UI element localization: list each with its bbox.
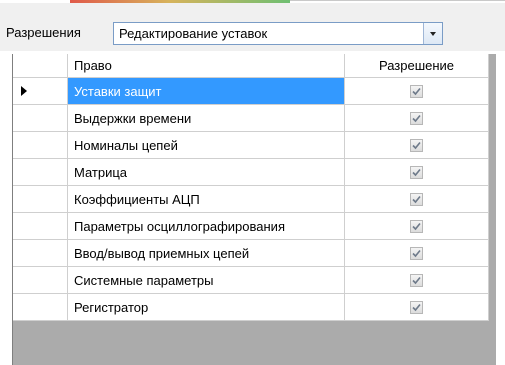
row-header-cell[interactable] (13, 267, 68, 294)
row-header-cell[interactable] (13, 213, 68, 240)
table-row[interactable]: Коэффициенты АЦП (13, 186, 489, 213)
row-header-cell[interactable] (13, 78, 68, 105)
right-name-label: Выдержки времени (74, 111, 192, 126)
table-row[interactable]: Матрица (13, 159, 489, 186)
permission-cell (345, 267, 489, 294)
permission-checkbox[interactable] (410, 301, 423, 314)
right-name-label: Номиналы цепей (74, 138, 178, 153)
permission-checkbox[interactable] (410, 112, 423, 125)
table-row[interactable]: Уставки защит (13, 78, 489, 105)
checkmark-icon (412, 114, 421, 123)
right-name-label: Системные параметры (74, 273, 214, 288)
right-name-cell[interactable]: Матрица (68, 159, 345, 186)
checkmark-icon (412, 195, 421, 204)
permissions-grid: Право Разрешение Уставки защит Выдержки в… (12, 54, 496, 365)
table-row[interactable]: Регистратор (13, 294, 489, 321)
right-name-label: Параметры осциллографирования (74, 219, 285, 234)
row-header-cell[interactable] (13, 159, 68, 186)
column-header-right[interactable]: Право (68, 54, 345, 78)
permission-cell (345, 186, 489, 213)
permission-cell (345, 78, 489, 105)
row-header-corner[interactable] (13, 54, 68, 78)
column-header-permission[interactable]: Разрешение (345, 54, 489, 78)
table-row[interactable]: Номиналы цепей (13, 132, 489, 159)
grid-header-row: Право Разрешение (13, 54, 489, 78)
right-name-label: Регистратор (74, 300, 149, 315)
permission-checkbox[interactable] (410, 247, 423, 260)
permission-checkbox[interactable] (410, 193, 423, 206)
row-header-cell[interactable] (13, 186, 68, 213)
right-name-cell[interactable]: Коэффициенты АЦП (68, 186, 345, 213)
chevron-down-icon (430, 32, 436, 36)
permission-cell (345, 132, 489, 159)
row-header-cell[interactable] (13, 294, 68, 321)
column-header-right-label: Право (74, 58, 112, 73)
permission-checkbox[interactable] (410, 220, 423, 233)
right-name-label: Ввод/вывод приемных цепей (74, 246, 250, 261)
permission-checkbox[interactable] (410, 85, 423, 98)
right-name-cell[interactable]: Системные параметры (68, 267, 345, 294)
permission-checkbox[interactable] (410, 166, 423, 179)
permission-cell (345, 159, 489, 186)
permissions-toolbar: Разрешения Редактирование уставок (0, 3, 505, 51)
permissions-label: Разрешения (6, 25, 81, 40)
permission-cell (345, 240, 489, 267)
right-name-label: Матрица (74, 165, 128, 180)
permission-set-combobox[interactable]: Редактирование уставок (113, 22, 443, 45)
permission-cell (345, 105, 489, 132)
right-name-cell[interactable]: Уставки защит (68, 78, 345, 105)
combobox-dropdown-button[interactable] (423, 23, 442, 44)
permission-checkbox[interactable] (410, 139, 423, 152)
permission-set-value: Редактирование уставок (119, 26, 268, 41)
right-name-label: Коэффициенты АЦП (74, 192, 200, 207)
checkmark-icon (412, 141, 421, 150)
checkmark-icon (412, 168, 421, 177)
right-name-cell[interactable]: Выдержки времени (68, 105, 345, 132)
right-name-cell[interactable]: Регистратор (68, 294, 345, 321)
checkmark-icon (412, 276, 421, 285)
permission-cell (345, 294, 489, 321)
right-name-cell[interactable]: Номиналы цепей (68, 132, 345, 159)
permission-checkbox[interactable] (410, 274, 423, 287)
row-header-cell[interactable] (13, 132, 68, 159)
checkmark-icon (412, 87, 421, 96)
permission-cell (345, 213, 489, 240)
checkmark-icon (412, 303, 421, 312)
table-row[interactable]: Выдержки времени (13, 105, 489, 132)
table-row[interactable]: Ввод/вывод приемных цепей (13, 240, 489, 267)
right-name-cell[interactable]: Ввод/вывод приемных цепей (68, 240, 345, 267)
row-header-cell[interactable] (13, 240, 68, 267)
window-top-border (290, 0, 505, 1)
right-name-cell[interactable]: Параметры осциллографирования (68, 213, 345, 240)
right-name-label: Уставки защит (74, 84, 162, 99)
current-row-arrow-icon (21, 86, 27, 96)
row-header-cell[interactable] (13, 105, 68, 132)
table-row[interactable]: Параметры осциллографирования (13, 213, 489, 240)
column-header-permission-label: Разрешение (378, 58, 455, 73)
checkmark-icon (412, 222, 421, 231)
table-row[interactable]: Системные параметры (13, 267, 489, 294)
checkmark-icon (412, 249, 421, 258)
